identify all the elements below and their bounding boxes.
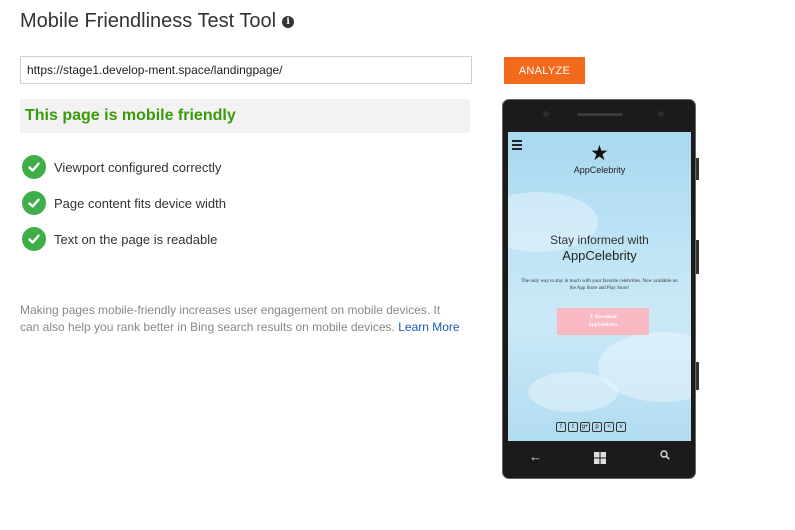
check-item: Viewport configured correctly: [22, 149, 226, 185]
preview-download-button[interactable]: ⇩ Download AppCelebrity: [557, 308, 649, 335]
analyze-button[interactable]: ANALYZE: [504, 57, 585, 84]
twitter-icon[interactable]: t: [568, 422, 578, 432]
vimeo-icon[interactable]: v: [616, 422, 626, 432]
back-arrow-icon[interactable]: ←: [529, 449, 542, 464]
star-logo-icon: ★: [590, 142, 609, 165]
preview-brand: AppCelebrity: [573, 165, 626, 175]
checkmark-icon: [22, 227, 46, 251]
check-label: Page content fits device width: [54, 195, 226, 211]
result-banner: This page is mobile friendly: [20, 99, 470, 133]
url-input[interactable]: [20, 56, 472, 84]
preview-subtext: The only way to stay in touch with your …: [521, 279, 678, 291]
check-label: Viewport configured correctly: [54, 159, 222, 175]
phone-volume-button: [696, 158, 699, 180]
download-icon: ⇩ Download: [589, 314, 617, 320]
result-status: This page is mobile friendly: [25, 107, 236, 124]
info-paragraph: Making pages mobile-friendly increases u…: [20, 302, 460, 336]
info-text: Making pages mobile-friendly increases u…: [20, 303, 441, 334]
check-list: Viewport configured correctly Page conte…: [22, 149, 226, 257]
phone-camera-button: [696, 362, 699, 390]
phone-nav-bar: ←: [508, 441, 691, 475]
phone-screen: ★ AppCelebrity Stay informed with AppCel…: [508, 132, 691, 441]
check-item: Page content fits device width: [22, 185, 226, 221]
download-label-line2: AppCelebrity: [588, 322, 618, 328]
phone-power-button: [696, 240, 699, 274]
phone-preview: ★ AppCelebrity Stay informed with AppCel…: [502, 99, 699, 479]
search-icon[interactable]: [660, 450, 670, 463]
page-title: Mobile Friendliness Test Tool: [20, 10, 277, 32]
phone-earpiece: [577, 113, 623, 116]
preview-social-icons: f t g+ p < v: [556, 422, 626, 432]
learn-more-link[interactable]: Learn More: [398, 320, 459, 334]
facebook-icon[interactable]: f: [556, 422, 566, 432]
google-plus-icon[interactable]: g+: [580, 422, 590, 432]
hamburger-menu-icon[interactable]: [512, 140, 522, 152]
phone-front-camera: [658, 111, 664, 117]
pinterest-icon[interactable]: p: [592, 422, 602, 432]
checkmark-icon: [22, 155, 46, 179]
check-item: Text on the page is readable: [22, 221, 226, 257]
windows-logo-icon[interactable]: [594, 451, 606, 464]
share-icon[interactable]: <: [604, 422, 614, 432]
download-label-line1: Download: [594, 314, 617, 320]
info-icon[interactable]: i: [282, 15, 295, 28]
preview-headline-line2: AppCelebrity: [562, 248, 637, 263]
checkmark-icon: [22, 191, 46, 215]
page-title-row: Mobile Friendliness Test Tool i: [20, 10, 295, 33]
screen-cloud: [528, 372, 618, 412]
check-label: Text on the page is readable: [54, 231, 218, 247]
phone-sensor: [543, 111, 549, 117]
preview-headline-line1: Stay informed with: [550, 233, 649, 247]
